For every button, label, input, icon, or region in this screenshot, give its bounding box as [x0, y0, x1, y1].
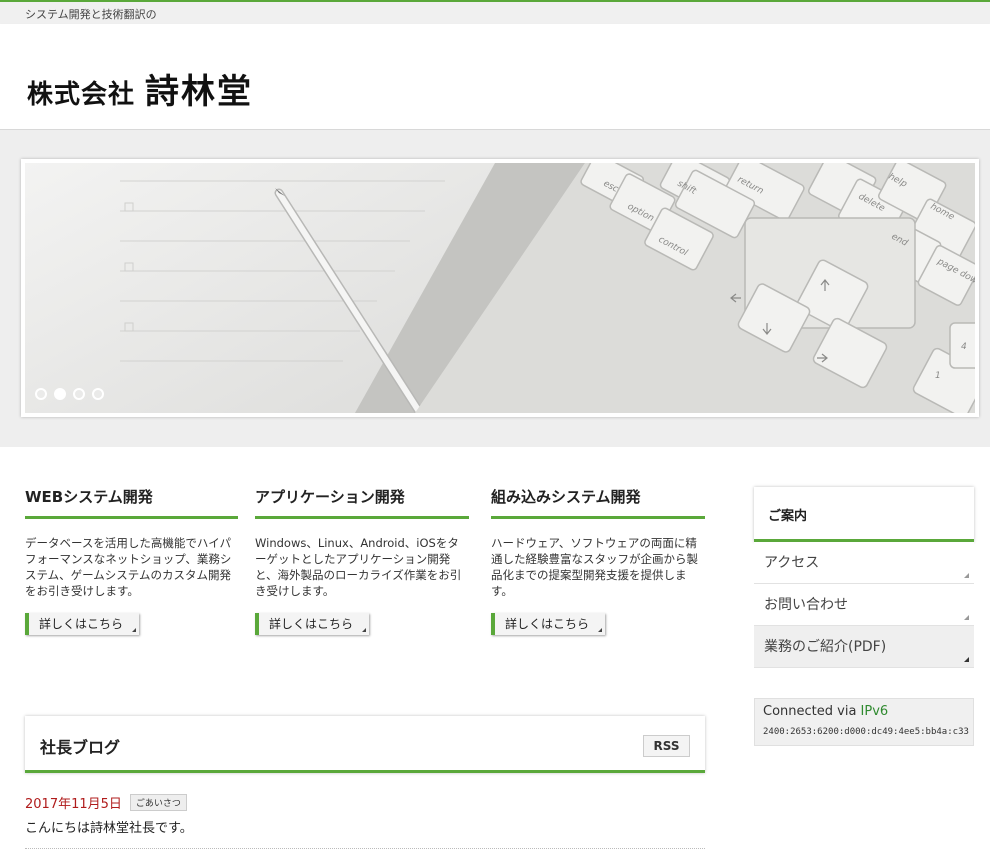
connection-line: Connected via IPv6: [763, 704, 888, 719]
service-application: アプリケーション開発 Windows、Linux、Android、iOSをターゲ…: [255, 486, 469, 635]
service-description: データベースを活用した高機能でハイパフォーマンスなネットショップ、業務システム、…: [25, 536, 232, 598]
hero-slider[interactable]: esc shift option control return help hom…: [21, 159, 979, 417]
slider-dot-3[interactable]: [73, 388, 85, 400]
blog-title: 社長ブログ: [40, 738, 121, 757]
site-logo[interactable]: 株式会社 詩林堂: [27, 64, 253, 113]
sidebar-item-company-pdf[interactable]: 業務のご紹介(PDF): [754, 626, 974, 668]
ipv6-status-box: Connected via IPv6 2400:2653:6200:d000:d…: [754, 698, 974, 746]
ip-address: 2400:2653:6200:d000:dc49:4ee5:bb4a:c33: [763, 727, 969, 737]
keyboard-notepad-photo: esc shift option control return help hom…: [25, 163, 975, 413]
sidebar-heading-box: ご案内: [754, 487, 974, 542]
service-title: WEBシステム開発: [25, 486, 238, 519]
slider-pagination: [35, 388, 104, 400]
service-title: アプリケーション開発: [255, 486, 469, 519]
service-more-button[interactable]: 詳しくはこちら: [491, 613, 606, 635]
key-label: 1: [935, 371, 941, 381]
sidebar-item-contact[interactable]: お問い合わせ: [754, 584, 974, 626]
slider-dot-1[interactable]: [35, 388, 47, 400]
logo-company-prefix: 株式会社: [27, 80, 136, 110]
logo-company-name: 詩林堂: [145, 72, 254, 112]
post-meta: 2017年11月5日 ごあいさつ: [25, 793, 187, 812]
service-description: ハードウェア、ソフトウェアの両面に精通した経験豊富なスタッフが企画から製品化まで…: [491, 536, 698, 598]
service-title: 組み込みシステム開発: [491, 486, 705, 519]
top-bar: システム開発と技術翻訳の: [0, 0, 990, 24]
service-description: Windows、Linux、Android、iOSをターゲットとしたアプリケーシ…: [255, 536, 462, 598]
post-category-tag[interactable]: ごあいさつ: [129, 794, 187, 811]
connection-protocol: IPv6: [860, 704, 889, 719]
site-header: 株式会社 詩林堂: [0, 24, 990, 130]
post-title-link[interactable]: こんにちは詩林堂社長です。: [25, 817, 193, 836]
service-more-button[interactable]: 詳しくはこちら: [255, 613, 370, 635]
sidebar-heading: ご案内: [768, 509, 808, 524]
service-web: WEBシステム開発 データベースを活用した高機能でハイパフォーマンスなネットショ…: [25, 486, 238, 635]
site-tagline: システム開発と技術翻訳の: [25, 8, 157, 21]
connection-prefix: Connected via: [763, 704, 861, 719]
blog-header: 社長ブログ RSS: [25, 716, 705, 773]
rss-button[interactable]: RSS: [643, 735, 690, 757]
sidebar-item-access[interactable]: アクセス: [754, 542, 974, 584]
post-divider: [25, 848, 705, 849]
post-date: 2017年11月5日: [25, 797, 122, 812]
slider-dot-2[interactable]: [54, 388, 66, 400]
service-more-button[interactable]: 詳しくはこちら: [25, 613, 140, 635]
service-embedded: 組み込みシステム開発 ハードウェア、ソフトウェアの両面に精通した経験豊富なスタッ…: [491, 486, 705, 635]
key-label: 4: [961, 342, 967, 352]
slider-dot-4[interactable]: [92, 388, 104, 400]
